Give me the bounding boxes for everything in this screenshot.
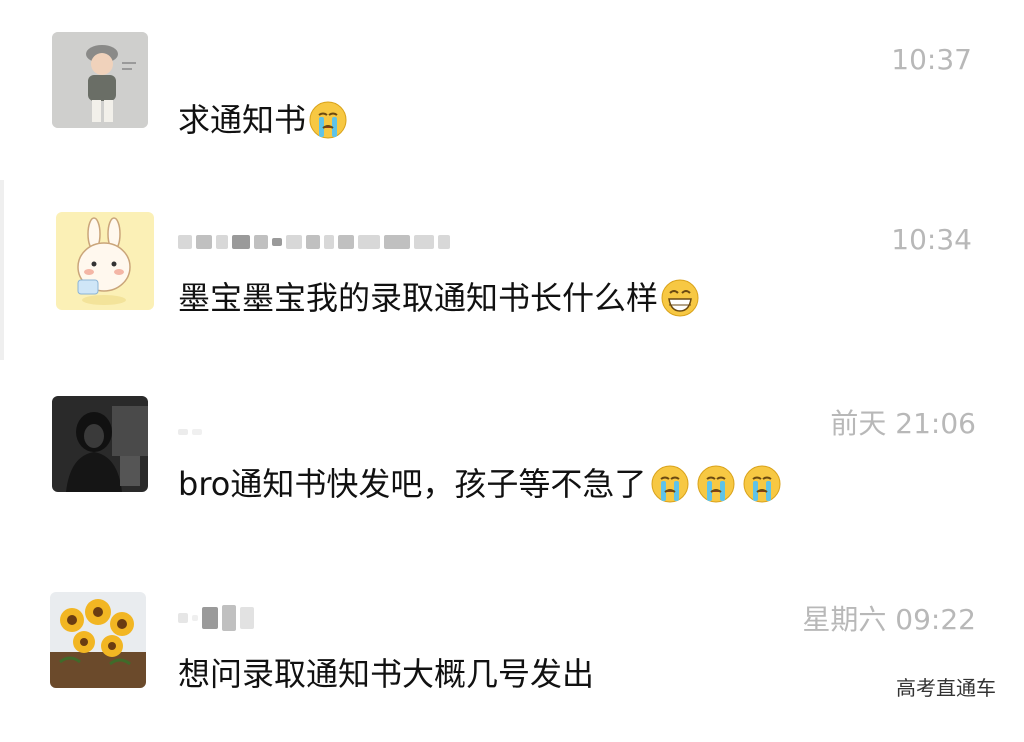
comment-text: 想问录取通知书大概几号发出 xyxy=(178,658,594,690)
comment-time: 10:37 xyxy=(891,43,972,76)
comment-text: bro通知书快发吧，孩子等不急了 xyxy=(178,464,782,504)
comment-item[interactable]: 10:34 墨宝墨宝我的录取通知书长什么样 xyxy=(0,212,1024,362)
comment-text: 墨宝墨宝我的录取通知书长什么样 xyxy=(178,278,700,318)
dark-hoodie-avatar[interactable] xyxy=(52,396,148,492)
crying-face-icon xyxy=(743,465,781,503)
comment-text-content: 求通知书 xyxy=(178,101,307,139)
comment-text-content: bro通知书快发吧，孩子等不急了 xyxy=(178,465,647,503)
watermark: 高考直通车 xyxy=(896,676,996,700)
crying-face-icon xyxy=(651,465,689,503)
comment-time: 10:34 xyxy=(891,223,972,256)
comment-item[interactable]: 星期六 09:22 想问录取通知书大概几号发出 xyxy=(0,592,1024,742)
comment-time: 前天 21:06 xyxy=(830,407,976,440)
comment-text-content: 墨宝墨宝我的录取通知书长什么样 xyxy=(178,279,659,317)
comment-item[interactable]: 前天 21:06 bro通知书快发吧，孩子等不急了 xyxy=(0,396,1024,546)
comment-item[interactable]: 10:37 求通知书 xyxy=(0,32,1024,182)
crying-face-icon xyxy=(309,101,347,139)
comment-time: 星期六 09:22 xyxy=(802,603,976,636)
comment-text-content: 想问录取通知书大概几号发出 xyxy=(178,655,595,693)
boy-avatar[interactable] xyxy=(52,32,148,128)
crying-face-icon xyxy=(697,465,735,503)
username-blurred xyxy=(178,420,202,444)
bunny-avatar[interactable] xyxy=(56,212,154,310)
grinning-face-icon xyxy=(661,279,699,317)
username-blurred xyxy=(178,605,254,631)
sunflower-avatar[interactable] xyxy=(50,592,146,688)
comment-text: 求通知书 xyxy=(178,100,348,140)
username-blurred xyxy=(178,230,450,254)
